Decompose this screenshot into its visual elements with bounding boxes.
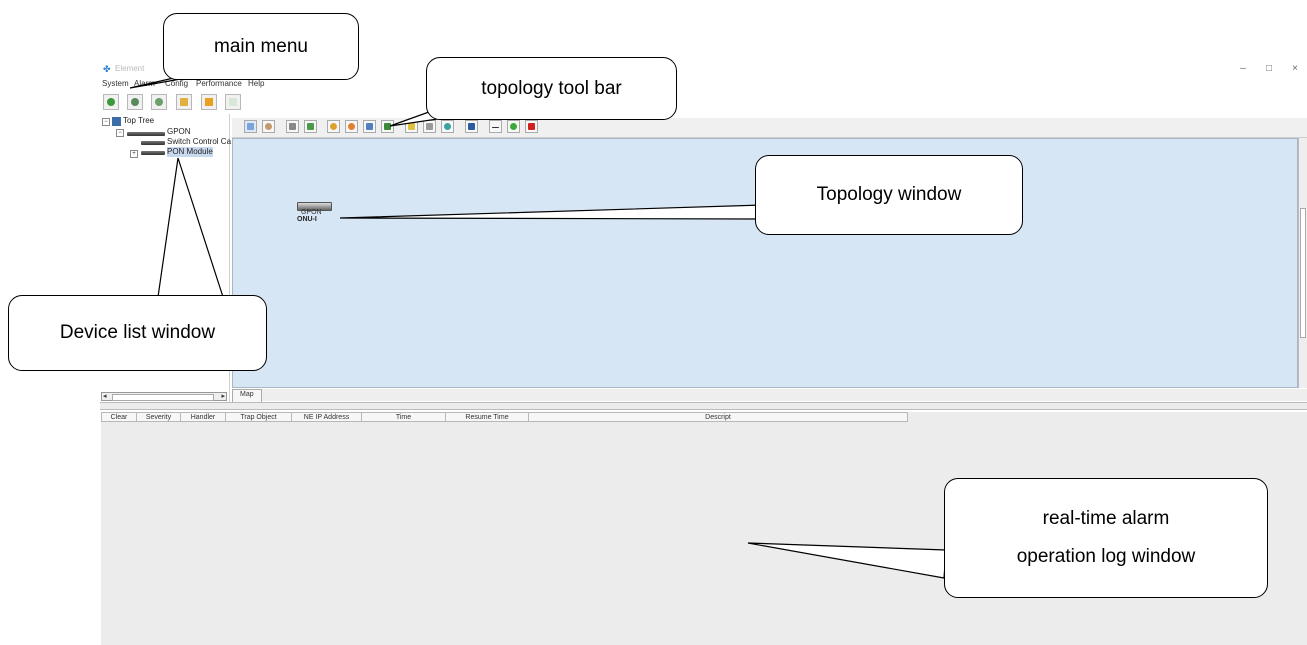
callout-topology-toolbar: topology tool bar <box>426 57 677 120</box>
callout-device-list: Device list window <box>8 295 267 371</box>
callout-main-menu: main menu <box>163 13 359 80</box>
callout-alarm-log: real-time alarm operation log window <box>944 478 1268 598</box>
callout-alarm-line1: real-time alarm <box>1042 508 1170 529</box>
callout-topology-window: Topology window <box>755 155 1023 235</box>
callout-alarm-line2: operation log window <box>1016 546 1196 567</box>
